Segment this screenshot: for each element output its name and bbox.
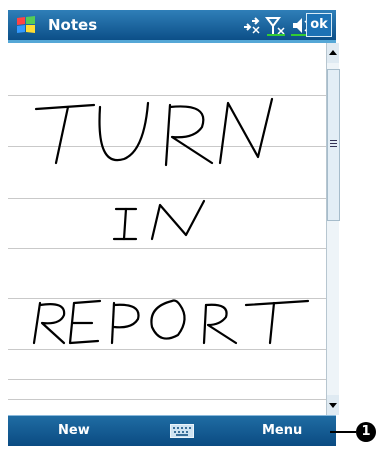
scroll-thumb[interactable] <box>327 69 340 221</box>
connectivity-icon[interactable] <box>241 15 261 35</box>
signal-icon[interactable] <box>265 15 287 37</box>
vertical-scrollbar[interactable] <box>326 43 340 415</box>
title-bar: Notes ok <box>8 10 336 43</box>
grip-line <box>330 143 337 144</box>
scroll-down-button[interactable] <box>327 395 339 415</box>
arrow-up-icon <box>329 50 337 55</box>
new-softkey[interactable]: New <box>58 423 90 438</box>
app-title: Notes <box>48 16 98 34</box>
handwriting-ink <box>32 97 310 345</box>
handwriting-word-turn <box>34 97 274 167</box>
grip-line <box>330 146 337 147</box>
softkey-bar: New Menu <box>8 415 336 446</box>
keyboard-icon[interactable] <box>170 424 194 438</box>
ok-button[interactable]: ok <box>306 13 332 37</box>
handwriting-word-in <box>112 199 206 241</box>
windows-start-icon[interactable] <box>14 14 38 36</box>
pocketpc-screen: Notes ok New Menu 1 <box>0 0 390 450</box>
grip-line <box>330 140 337 141</box>
handwriting-word-report <box>32 299 310 345</box>
callout-leader-line <box>330 431 356 433</box>
arrow-down-icon <box>329 403 337 408</box>
menu-softkey[interactable]: Menu <box>262 423 302 438</box>
note-canvas[interactable] <box>8 43 326 415</box>
callout-number-badge: 1 <box>356 422 376 442</box>
scroll-up-button[interactable] <box>327 43 339 63</box>
